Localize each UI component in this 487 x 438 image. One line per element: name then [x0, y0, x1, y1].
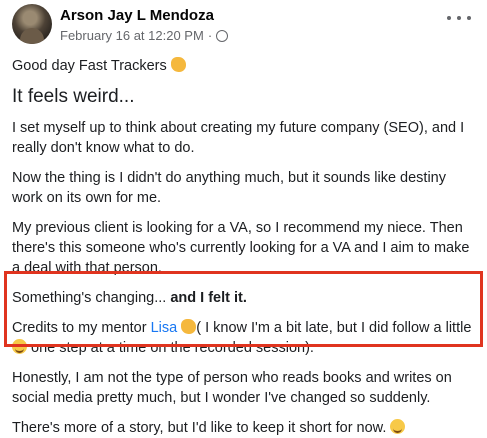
- paragraph-2: Now the thing is I didn't do anything mu…: [12, 170, 446, 206]
- post-header: Arson Jay L Mendoza February 16 at 12:20…: [12, 4, 475, 48]
- post-meta: February 16 at 12:20 PM ·: [60, 28, 229, 43]
- author-avatar[interactable]: [12, 4, 52, 44]
- post-heading: It feels weird...: [12, 86, 135, 107]
- smiling-face-icon: [390, 419, 406, 434]
- post-body: Good day Fast Trackers It feels weird...…: [12, 56, 478, 438]
- waving-hand-icon: [170, 57, 186, 72]
- globe-icon: [216, 29, 229, 42]
- paragraph-6: Honestly, I am not the type of person wh…: [12, 370, 452, 406]
- paragraph-3: My previous client is looking for a VA, …: [12, 220, 470, 276]
- greeting-paragraph: Good day Fast Trackers: [12, 56, 478, 76]
- greeting-text: Good day Fast Trackers: [12, 58, 167, 74]
- paragraph-7-text: There's more of a story, but I'd like to…: [12, 420, 387, 436]
- paragraph-1: I set myself up to think about creating …: [12, 120, 465, 156]
- post-timestamp[interactable]: February 16 at 12:20 PM: [60, 28, 204, 43]
- meta-separator: ·: [207, 28, 213, 43]
- author-name[interactable]: Arson Jay L Mendoza: [60, 7, 214, 24]
- more-horizontal-icon[interactable]: [447, 10, 471, 26]
- paragraph-7: There's more of a story, but I'd like to…: [12, 418, 478, 438]
- highlight-annotation-box: [4, 271, 483, 347]
